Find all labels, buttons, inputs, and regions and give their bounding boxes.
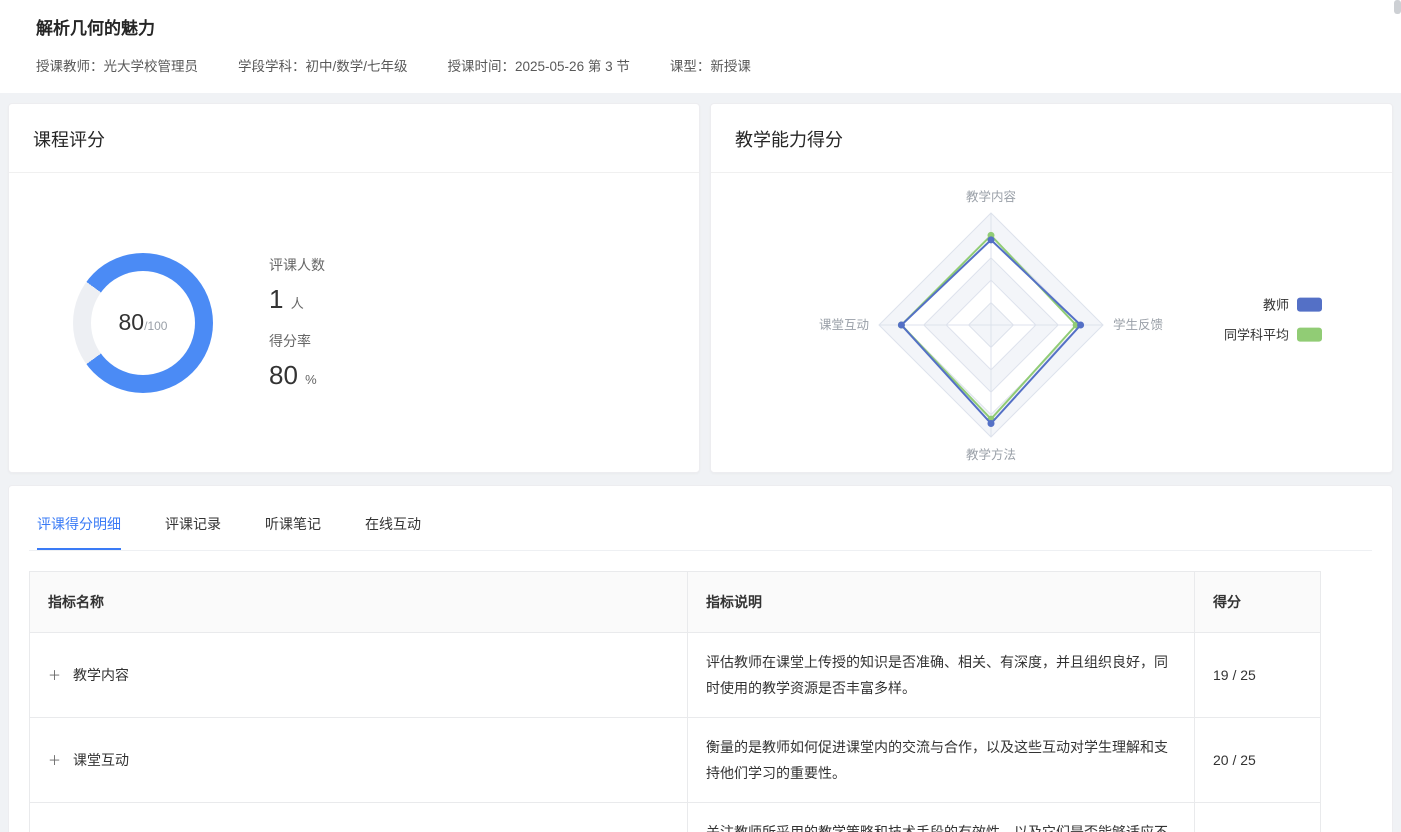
tab-score-details[interactable]: 评课得分明细 [37, 506, 121, 550]
course-score-card: 课程评分 80 /100 评课人数 1 人 得分率 80 % [8, 103, 700, 473]
svg-text:学生反馈: 学生反馈 [1113, 317, 1163, 332]
teaching-ability-card-title: 教学能力得分 [711, 104, 1392, 173]
page-header: 解析几何的魅力 授课教师：光大学校管理员 学段学科：初中/数学/七年级 授课时间… [0, 0, 1401, 93]
indicator-name: 课堂互动 [73, 750, 129, 770]
meta-teacher: 授课教师：光大学校管理员 [36, 55, 198, 75]
details-panel: 评课得分明细 评课记录 听课笔记 在线互动 指标名称 指标说明 得分 ＋ 教学内… [8, 485, 1393, 832]
stat-score-rate: 得分率 80 % [269, 331, 325, 391]
score-donut-center: 80 /100 [91, 271, 195, 375]
score-donut-chart: 80 /100 [73, 253, 213, 393]
legend-item-subject-average[interactable]: 同学科平均 [1224, 325, 1322, 344]
indicator-score: 22 / 25 [1195, 803, 1322, 832]
score-max: /100 [144, 319, 167, 333]
header-indicator-desc: 指标说明 [688, 572, 1195, 632]
svg-text:课堂互动: 课堂互动 [819, 318, 869, 332]
svg-text:教学方法: 教学方法 [966, 447, 1016, 462]
expand-icon[interactable]: ＋ [48, 754, 61, 767]
indicator-table: 指标名称 指标说明 得分 ＋ 教学内容 评估教师在课堂上传授的知识是否准确、相关… [29, 571, 1321, 832]
radar-legend: 教师 同学科平均 [1224, 295, 1322, 344]
tab-online-interaction[interactable]: 在线互动 [365, 506, 421, 550]
expand-icon[interactable]: ＋ [48, 669, 61, 682]
meta-lesson-type: 课型：新授课 [670, 55, 751, 75]
page-title: 解析几何的魅力 [36, 14, 1365, 39]
course-score-card-body: 80 /100 评课人数 1 人 得分率 80 % [9, 173, 699, 472]
indicator-score: 19 / 25 [1195, 633, 1322, 717]
tab-evaluation-records[interactable]: 评课记录 [165, 506, 221, 550]
table-row[interactable]: ＋ 教学方法 关注教师所采用的教学策略和技术手段的有效性，以及它们是否能够适应不… [30, 803, 1320, 832]
teaching-ability-radar-chart: 教学内容学生反馈教学方法 课堂互动 [721, 173, 1281, 473]
legend-item-teacher[interactable]: 教师 [1263, 295, 1322, 314]
table-row[interactable]: ＋ 课堂互动 衡量的是教师如何促进课堂内的交流与合作，以及这些互动对学生理解和支… [30, 718, 1320, 803]
meta-subject: 学段学科：初中/数学/七年级 [238, 55, 408, 75]
details-tabbar: 评课得分明细 评课记录 听课笔记 在线互动 [29, 506, 1372, 551]
indicator-score: 20 / 25 [1195, 718, 1322, 802]
course-score-card-title: 课程评分 [9, 104, 699, 173]
table-row[interactable]: ＋ 教学内容 评估教师在课堂上传授的知识是否准确、相关、有深度，并且组织良好，同… [30, 633, 1320, 718]
scrollbar-thumb[interactable] [1394, 0, 1401, 14]
summary-cards-row: 课程评分 80 /100 评课人数 1 人 得分率 80 % 教学能力得分 [8, 103, 1393, 473]
score-value: 80 [119, 309, 145, 336]
teaching-ability-card: 教学能力得分 教学内容学生反馈教学方法 课堂互动 教师 同学科平均 [710, 103, 1393, 473]
header-indicator-name: 指标名称 [30, 572, 688, 632]
indicator-desc: 评估教师在课堂上传授的知识是否准确、相关、有深度，并且组织良好，同时使用的教学资… [688, 633, 1195, 717]
tab-listening-notes[interactable]: 听课笔记 [265, 506, 321, 550]
table-header-row: 指标名称 指标说明 得分 [30, 572, 1320, 633]
header-score: 得分 [1195, 572, 1322, 632]
indicator-desc: 关注教师所采用的教学策略和技术手段的有效性，以及它们是否能够适应不同的学习风格和… [688, 803, 1195, 832]
teaching-ability-card-body: 教学内容学生反馈教学方法 课堂互动 教师 同学科平均 [711, 173, 1392, 473]
legend-swatch-subject-average [1297, 327, 1322, 341]
stat-evaluator-count: 评课人数 1 人 [269, 255, 325, 315]
score-stats: 评课人数 1 人 得分率 80 % [269, 255, 325, 391]
meta-time: 授课时间：2025-05-26 第 3 节 [448, 55, 630, 75]
indicator-desc: 衡量的是教师如何促进课堂内的交流与合作，以及这些互动对学生理解和支持他们学习的重… [688, 718, 1195, 802]
svg-text:教学内容: 教学内容 [966, 189, 1016, 204]
course-meta: 授课教师：光大学校管理员 学段学科：初中/数学/七年级 授课时间：2025-05… [36, 55, 1365, 75]
legend-swatch-teacher [1297, 297, 1322, 311]
indicator-name: 教学内容 [73, 665, 129, 685]
